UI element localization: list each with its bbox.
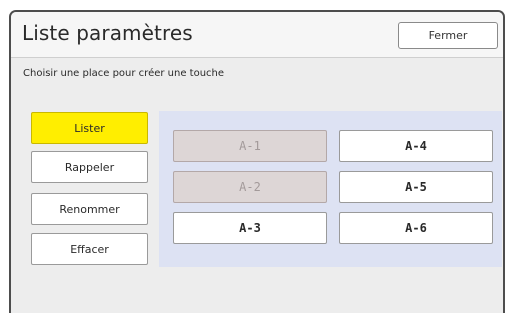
- parameter-list-dialog: Liste paramètres Fermer Choisir une plac…: [9, 10, 505, 313]
- list-button[interactable]: Lister: [31, 112, 148, 144]
- recall-button[interactable]: Rappeler: [31, 151, 148, 183]
- slot-a2[interactable]: A-2: [173, 171, 327, 203]
- close-button[interactable]: Fermer: [398, 22, 498, 49]
- slot-a5[interactable]: A-5: [339, 171, 493, 203]
- slot-a3[interactable]: A-3: [173, 212, 327, 244]
- dialog-title: Liste paramètres: [22, 21, 193, 45]
- slot-a1[interactable]: A-1: [173, 130, 327, 162]
- slot-a6[interactable]: A-6: [339, 212, 493, 244]
- slot-a4[interactable]: A-4: [339, 130, 493, 162]
- delete-button[interactable]: Effacer: [31, 233, 148, 265]
- instruction-text: Choisir une place pour créer une touche: [23, 68, 225, 79]
- slot-panel: A-1 A-2 A-3 A-4 A-5 A-6: [159, 111, 502, 267]
- rename-button[interactable]: Renommer: [31, 193, 148, 225]
- dialog-header: Liste paramètres Fermer: [11, 12, 503, 58]
